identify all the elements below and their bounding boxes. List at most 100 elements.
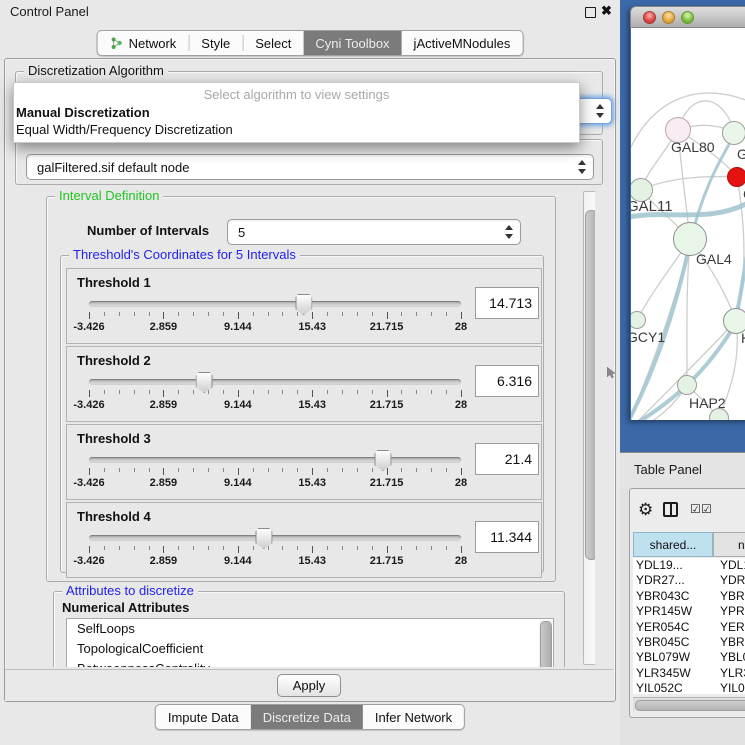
table-row[interactable]: YPR145WYPR14 (633, 604, 745, 619)
tab-style[interactable]: Style (189, 31, 242, 55)
cell[interactable]: YPR14 (717, 604, 745, 619)
minimize-traffic-light-icon[interactable] (662, 11, 675, 24)
window-titlebar[interactable] (630, 6, 745, 28)
table-row[interactable]: YIL052CYIL05 (633, 681, 745, 694)
cell[interactable]: YBR043C (633, 589, 717, 604)
cell[interactable]: YIL05 (717, 681, 745, 694)
gear-icon[interactable]: ⚙ (638, 501, 653, 518)
threshold-label: Threshold 1 (77, 275, 151, 290)
list-item[interactable]: TopologicalCoefficient (67, 639, 553, 659)
num-intervals-value: 5 (238, 225, 245, 240)
cell[interactable]: YLR345W (633, 666, 717, 681)
threshold-slider[interactable]: -3.4262.8599.14415.4321.71528 (89, 295, 461, 341)
columns-icon[interactable] (663, 502, 678, 517)
threshold-block: Threshold 2 -3.4262.8599.14415.4321.7152… (66, 346, 542, 422)
num-intervals-spinner[interactable]: 5 (227, 219, 521, 245)
slider-track[interactable] (89, 301, 461, 307)
table-row[interactable]: YLR345WYLR34 (633, 666, 745, 681)
tab-jactivemnodules[interactable]: jActiveMNodules (402, 31, 523, 55)
cell[interactable]: YBL079W (633, 650, 717, 665)
table-row[interactable]: YBL079WYBL07 (633, 650, 745, 665)
numerical-attributes-list[interactable]: SelfLoops TopologicalCoefficient Between… (66, 618, 554, 667)
list-scrollbar-thumb[interactable] (540, 621, 552, 667)
popup-item-manual-discretization[interactable]: Manual Discretization (14, 104, 579, 121)
attributes-group: Attributes to discretize Numerical Attri… (53, 591, 565, 667)
network-canvas[interactable]: GAL80 GA GAL11 GAL4 GCY1 H HAP2 C (631, 28, 745, 420)
cell[interactable]: YER054C (633, 620, 717, 635)
close-traffic-light-icon[interactable] (643, 11, 656, 24)
threshold-label: Threshold 4 (77, 509, 151, 524)
cell[interactable]: YDR27... (633, 573, 717, 588)
slider-track[interactable] (89, 379, 461, 385)
list-scrollbar[interactable] (539, 620, 552, 667)
right-column: GAL80 GA GAL11 GAL4 GCY1 H HAP2 C Table … (620, 0, 745, 745)
table-row[interactable]: YBR043CYBR04 (633, 589, 745, 604)
threshold-value-field[interactable]: 11.344 (475, 521, 539, 553)
tab-network[interactable]: Network (98, 31, 189, 55)
list-item[interactable]: BetweennessCentrality (67, 659, 553, 667)
popup-placeholder-item[interactable]: Select algorithm to view settings (14, 85, 579, 104)
cell[interactable]: YPR145W (633, 604, 717, 619)
threshold-value-field[interactable]: 14.713 (475, 287, 539, 319)
table-row[interactable]: YER054CYER05 (633, 620, 745, 635)
cell[interactable]: YDL19... (633, 558, 717, 573)
tab-impute-data[interactable]: Impute Data (156, 705, 251, 729)
table-hscrollbar[interactable] (633, 697, 745, 711)
attributes-group-title: Attributes to discretize (62, 583, 198, 598)
mouse-cursor (607, 367, 617, 379)
cell[interactable]: YLR34 (717, 666, 745, 681)
apply-button[interactable]: Apply (277, 674, 341, 697)
stepper-down-icon (578, 169, 586, 174)
cell[interactable]: YIL052C (633, 681, 717, 694)
table-row[interactable]: YBR045CYBR04 (633, 635, 745, 650)
threshold-value-field[interactable]: 21.4 (475, 443, 539, 475)
settings-scrollbar-thumb[interactable] (585, 210, 595, 560)
cell[interactable]: YDR27 (717, 573, 745, 588)
table-row[interactable]: YDR27...YDR27 (633, 573, 745, 588)
threshold-value-field[interactable]: 6.316 (475, 365, 539, 397)
network-node-ga[interactable] (722, 121, 745, 145)
node-label: GAL80 (671, 139, 715, 155)
table-body[interactable]: YDL19...YDL19 YDR27...YDR27 YBR043CYBR04… (633, 558, 745, 694)
zoom-traffic-light-icon[interactable] (681, 11, 694, 24)
cell[interactable]: YER05 (717, 620, 745, 635)
list-item[interactable]: SelfLoops (67, 619, 553, 639)
table-data-group: Table Data galFiltered.sif default node (15, 139, 603, 185)
table-data-combobox[interactable]: galFiltered.sif default node (26, 154, 594, 180)
cell[interactable]: YDL19 (717, 558, 745, 573)
threshold-slider[interactable]: -3.4262.8599.14415.4321.71528 (89, 451, 461, 497)
app-root: Control Panel ✖ Network Style Select Cyn… (0, 0, 745, 745)
network-window: GAL80 GA GAL11 GAL4 GCY1 H HAP2 C (630, 6, 745, 420)
stepper-up-icon (578, 160, 586, 165)
cell[interactable]: YBL07 (717, 650, 745, 665)
thresholds-group: Threshold's Coordinates for 5 Intervals … (60, 255, 544, 573)
column-header-name[interactable]: name (713, 532, 745, 557)
popup-item-equal-width[interactable]: Equal Width/Frequency Discretization (14, 121, 579, 138)
column-header-shared-name[interactable]: shared... (633, 532, 713, 557)
settings-scrollbar[interactable] (583, 191, 595, 665)
network-window-frame[interactable]: GAL80 GA GAL11 GAL4 GCY1 H HAP2 C (620, 0, 745, 452)
tab-cyni-toolbox[interactable]: Cyni Toolbox (303, 31, 401, 55)
float-panel-icon[interactable] (585, 7, 596, 18)
threshold-slider[interactable]: -3.4262.8599.14415.4321.71528 (89, 373, 461, 419)
cell[interactable]: YBR045C (633, 635, 717, 650)
interval-definition-group-title: Interval Definition (55, 188, 163, 203)
tab-select[interactable]: Select (243, 31, 303, 55)
checkbox-icon[interactable]: ☑ (690, 503, 701, 515)
network-node-red[interactable] (727, 167, 745, 187)
panel-title: Control Panel (10, 4, 89, 19)
cell[interactable]: YBR04 (717, 635, 745, 650)
network-node-hap2[interactable] (677, 375, 697, 395)
checkbox-icon[interactable]: ☑ (701, 503, 712, 515)
tab-infer-network[interactable]: Infer Network (363, 705, 464, 729)
tab-discretize-data[interactable]: Discretize Data (251, 705, 363, 729)
slider-track[interactable] (89, 535, 461, 541)
table-hscrollbar-thumb[interactable] (635, 700, 745, 711)
stepper-down-icon (505, 234, 513, 239)
table-row[interactable]: YDL19...YDL19 (633, 558, 745, 573)
threshold-slider[interactable]: -3.4262.8599.14415.4321.71528 (89, 529, 461, 575)
slider-ticks (89, 312, 461, 320)
slider-track[interactable] (89, 457, 461, 463)
cell[interactable]: YBR04 (717, 589, 745, 604)
close-icon[interactable]: ✖ (601, 3, 612, 19)
